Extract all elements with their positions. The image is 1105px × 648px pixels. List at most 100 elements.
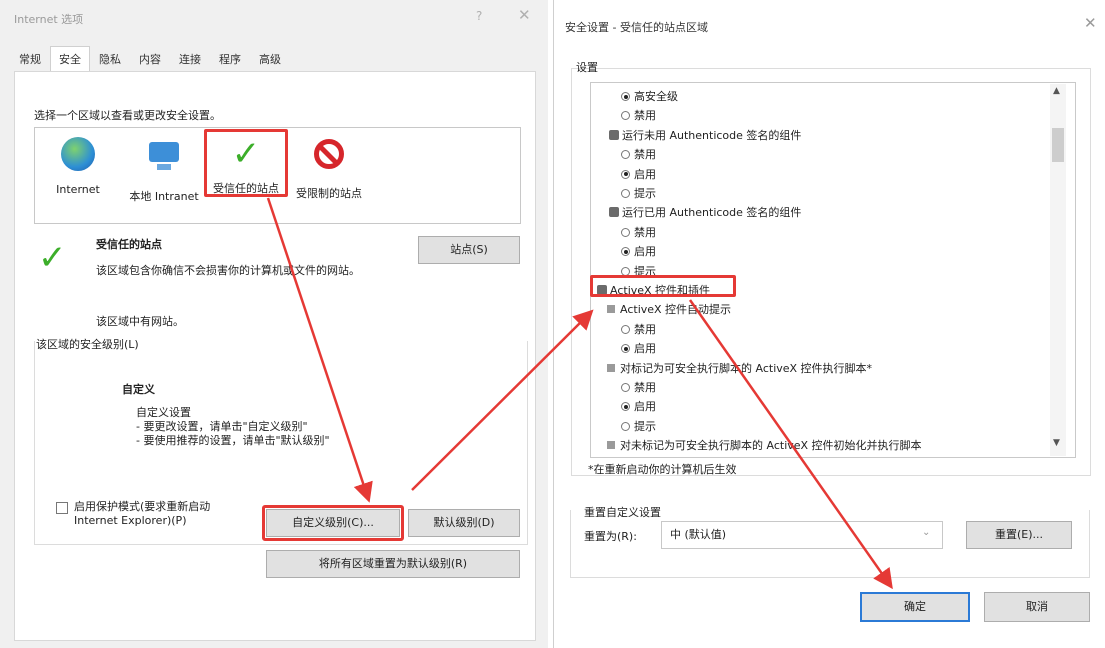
protected-mode-line: 启用保护模式(要求重新启动	[74, 500, 211, 513]
settings-row-sub[interactable]: 对未标记为可安全执行脚本的 ActiveX 控件初始化并执行脚本	[607, 436, 922, 455]
radio-icon	[621, 111, 630, 121]
settings-row-radio[interactable]: 提示	[621, 417, 656, 436]
zone-local-intranet[interactable]: 本地 Intranet	[116, 134, 212, 204]
radio-selected-icon	[621, 247, 630, 257]
custom-level-title: 自定义	[122, 383, 155, 396]
scroll-up-icon[interactable]: ▲	[1053, 86, 1060, 96]
tab-content[interactable]: 内容	[130, 46, 170, 72]
reset-level-select[interactable]: 中 (默认值)	[661, 521, 943, 549]
trusted-sites-highlight	[204, 129, 288, 197]
default-level-button[interactable]: 默认级别(D)	[408, 509, 520, 537]
help-button[interactable]: ?	[476, 9, 482, 23]
settings-row-label: 提示	[634, 419, 656, 433]
zone-prompt: 选择一个区域以查看或更改安全设置。	[34, 109, 221, 122]
setting-group-icon	[609, 207, 619, 218]
zone-internet[interactable]: Internet	[48, 134, 108, 196]
dialog-title: 安全设置 - 受信任的站点区域	[565, 21, 708, 34]
scrollbar-thumb[interactable]	[1052, 128, 1064, 162]
tab-privacy[interactable]: 隐私	[90, 46, 130, 72]
globe-icon	[61, 137, 95, 171]
zone-label: Internet	[56, 183, 100, 196]
chevron-down-icon[interactable]: ⌄	[922, 527, 930, 538]
restart-note: *在重新启动你的计算机后生效	[588, 463, 737, 476]
check-icon: ✓	[38, 238, 67, 278]
tab-connections[interactable]: 连接	[170, 46, 210, 72]
close-button[interactable]: ✕	[518, 6, 531, 24]
settings-row-group[interactable]: 运行未用 Authenticode 签名的组件	[609, 126, 801, 145]
settings-row-label: 启用	[634, 400, 656, 414]
settings-row-label: 禁用	[634, 109, 656, 123]
radio-selected-icon	[621, 344, 630, 354]
tab-bar: 常规 安全 隐私 内容 连接 程序 高级	[10, 46, 290, 72]
radio-icon	[621, 421, 630, 431]
setting-item-icon	[607, 363, 615, 372]
settings-label: 设置	[576, 61, 598, 74]
settings-row-label: 禁用	[634, 148, 656, 162]
reset-group-label: 重置自定义设置	[584, 504, 665, 520]
restricted-icon	[314, 139, 344, 169]
activex-highlight	[590, 275, 736, 297]
settings-row-radio[interactable]: 启用	[621, 242, 656, 261]
radio-selected-icon	[621, 402, 630, 412]
settings-row-label: 高安全级	[634, 90, 678, 103]
setting-group-icon	[609, 129, 619, 140]
settings-row-sub[interactable]: 对标记为可安全执行脚本的 ActiveX 控件执行脚本*	[607, 359, 872, 378]
zone-site-note: 该区域中有网站。	[96, 315, 184, 328]
setting-item-icon	[607, 441, 615, 450]
zone-label: 受限制的站点	[296, 187, 362, 200]
ok-button[interactable]: 确定	[860, 592, 970, 622]
radio-selected-icon	[621, 169, 630, 179]
settings-row-label: 启用	[634, 342, 656, 356]
settings-row-group[interactable]: 运行已用 Authenticode 签名的组件	[609, 203, 801, 222]
custom-level-highlight	[262, 505, 404, 541]
tab-general[interactable]: 常规	[10, 46, 50, 72]
settings-row-radio[interactable]: 禁用	[621, 378, 656, 397]
custom-line: - 要更改设置，请单击"自定义级别"	[136, 420, 308, 433]
protected-mode-line: Internet Explorer)(P)	[74, 514, 187, 527]
settings-row-radio[interactable]: 启用	[621, 165, 656, 184]
settings-row-label: 启用	[634, 167, 656, 181]
settings-row-radio[interactable]: 高安全级	[621, 87, 678, 106]
settings-tree[interactable]: 高安全级 禁用 运行未用 Authenticode 签名的组件 禁用 启用 提示 运行已用 …	[590, 82, 1076, 458]
settings-row-radio[interactable]: 启用	[621, 339, 656, 358]
zone-restricted-sites[interactable]: 受限制的站点	[288, 134, 370, 201]
reset-all-zones-button[interactable]: 将所有区域重置为默认级别(R)	[266, 550, 520, 578]
reset-button[interactable]: 重置(E)...	[966, 521, 1072, 549]
settings-row-radio[interactable]: 禁用	[621, 320, 656, 339]
settings-row-radio[interactable]: 启用	[621, 397, 656, 416]
custom-line: 自定义设置	[136, 406, 191, 419]
tab-security[interactable]: 安全	[50, 46, 90, 72]
settings-row-label: 禁用	[634, 322, 656, 336]
cancel-button[interactable]: 取消	[984, 592, 1090, 622]
settings-row-sub[interactable]: ActiveX 控件自动提示	[607, 300, 731, 319]
settings-row-label: ActiveX 控件自动提示	[620, 303, 732, 317]
sites-button[interactable]: 站点(S)	[418, 236, 520, 264]
tab-programs[interactable]: 程序	[210, 46, 250, 72]
settings-row-label: 启用	[634, 245, 656, 259]
tab-advanced[interactable]: 高级	[250, 46, 290, 72]
close-button[interactable]: ✕	[1084, 14, 1097, 32]
protected-mode-checkbox[interactable]	[56, 502, 68, 514]
settings-row-radio[interactable]: 禁用	[621, 145, 656, 164]
custom-line: - 要使用推荐的设置，请单击"默认级别"	[136, 434, 330, 447]
radio-icon	[621, 150, 630, 160]
reset-to-label: 重置为(R):	[584, 530, 637, 543]
radio-icon	[621, 383, 630, 392]
intranet-icon	[149, 142, 179, 170]
settings-row-label: 对标记为可安全执行脚本的 ActiveX 控件执行脚本*	[620, 361, 873, 375]
settings-row-radio[interactable]: 禁用	[621, 223, 656, 242]
settings-row-label: 对未标记为可安全执行脚本的 ActiveX 控件初始化并执行脚本	[620, 439, 922, 453]
settings-row-radio[interactable]: 提示	[621, 184, 656, 203]
zone-description: 该区域包含你确信不会损害你的计算机或文件的网站。	[96, 264, 360, 277]
custom-level-description: 自定义设置 - 要更改设置，请单击"自定义级别" - 要使用推荐的设置，请单击"…	[136, 406, 330, 448]
settings-row-label: 提示	[634, 187, 656, 200]
settings-row-radio[interactable]: 禁用	[621, 106, 656, 125]
settings-row-label: 运行未用 Authenticode 签名的组件	[622, 128, 802, 142]
settings-row-label: 禁用	[634, 381, 656, 394]
scroll-down-icon[interactable]: ▼	[1053, 438, 1060, 448]
settings-row-label: 禁用	[634, 225, 656, 239]
radio-selected-icon	[621, 92, 630, 101]
zone-label: 本地 Intranet	[129, 190, 199, 203]
setting-item-icon	[607, 305, 615, 314]
dialog-title: Internet 选项	[14, 13, 84, 26]
